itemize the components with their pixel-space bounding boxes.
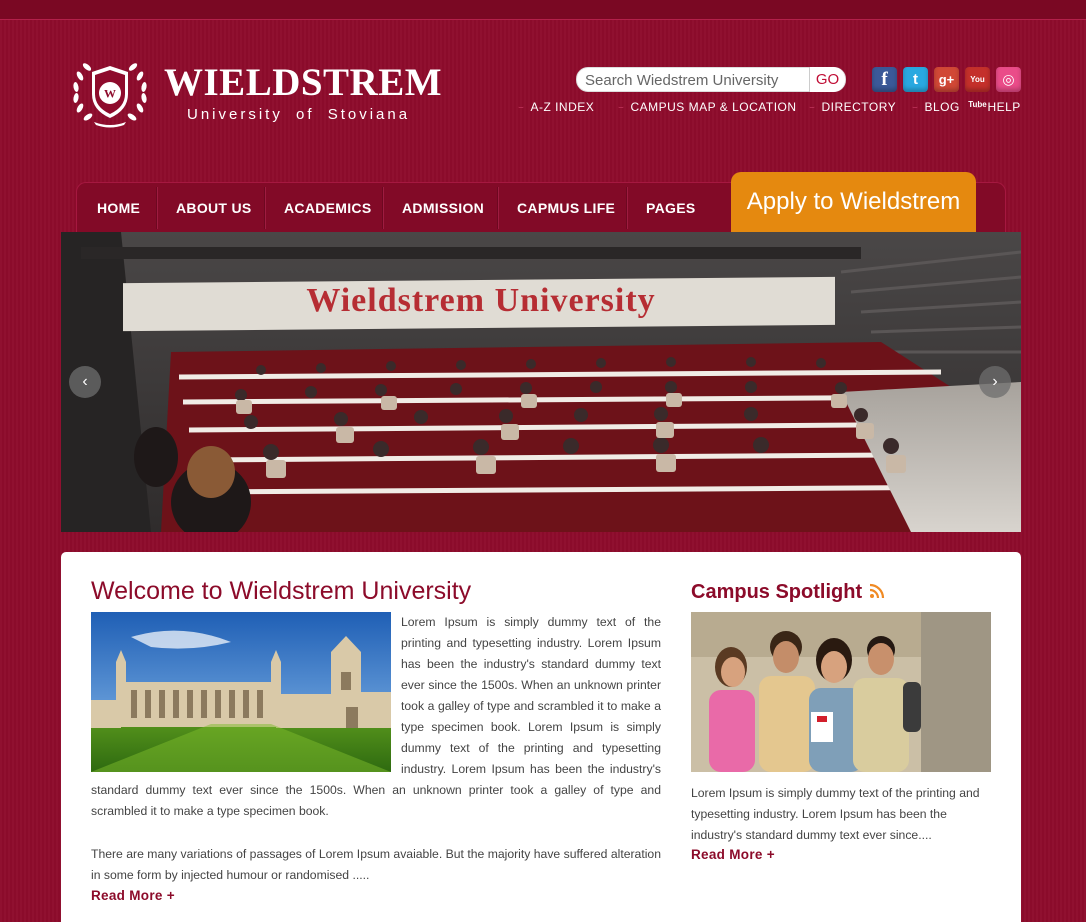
welcome-paragraph-1: Lorem Ipsum is simply dummy text of the … bbox=[91, 615, 661, 818]
nav-divider bbox=[382, 187, 383, 229]
nav-divider bbox=[156, 187, 157, 229]
spotlight-paragraph: Lorem Ipsum is simply dummy text of the … bbox=[691, 786, 980, 842]
nav-divider bbox=[626, 187, 627, 229]
nav-divider bbox=[264, 187, 265, 229]
search-box: GO bbox=[576, 67, 846, 92]
nav-admission[interactable]: ADMISSION bbox=[402, 183, 484, 233]
youtube-icon[interactable]: You Tube bbox=[965, 67, 990, 109]
apply-button[interactable]: Apply to Wieldstrem bbox=[731, 172, 976, 232]
students-group-image bbox=[691, 612, 991, 772]
laurel-badge-icon: W bbox=[73, 63, 147, 128]
nav-pages[interactable]: PAGES bbox=[646, 183, 695, 233]
nav-academics[interactable]: ACADEMICS bbox=[284, 183, 371, 233]
link-help[interactable]: HELP bbox=[975, 100, 1021, 114]
link-campus-map[interactable]: CAMPUS MAP & LOCATION bbox=[618, 100, 797, 114]
link-blog[interactable]: BLOG bbox=[912, 100, 960, 114]
svg-text:W: W bbox=[104, 87, 116, 101]
link-directory[interactable]: DIRECTORY bbox=[809, 100, 896, 114]
link-a-z-index[interactable]: A-Z INDEX bbox=[518, 100, 594, 114]
nav-divider bbox=[497, 187, 498, 229]
top-strip bbox=[0, 0, 1086, 20]
site-title: WIELDSTREM bbox=[164, 61, 443, 104]
nav-about-us[interactable]: ABOUT US bbox=[176, 183, 252, 233]
hero-slider: Wieldstrem University ‹ › bbox=[61, 232, 1021, 532]
search-input[interactable] bbox=[585, 70, 811, 90]
lecture-hall-image bbox=[61, 232, 1021, 532]
spotlight-heading: Campus Spotlight bbox=[691, 581, 863, 603]
dribbble-icon[interactable]: ◎ bbox=[996, 67, 1021, 92]
hero-banner-text: Wieldstrem University bbox=[306, 282, 656, 319]
utility-links: A-Z INDEX CAMPUS MAP & LOCATION DIRECTOR… bbox=[518, 100, 1024, 116]
welcome-paragraph-2: There are many variations of passages of… bbox=[91, 847, 661, 882]
site-subtitle: University of Stoviana bbox=[187, 106, 411, 123]
rss-icon[interactable] bbox=[869, 583, 885, 599]
welcome-read-more-link[interactable]: Read More + bbox=[91, 888, 175, 903]
slider-prev-button[interactable]: ‹ bbox=[69, 366, 101, 398]
content-panel: Welcome to Wieldstrem University Lorem I… bbox=[61, 552, 1021, 922]
slider-next-button[interactable]: › bbox=[979, 366, 1011, 398]
site-logo[interactable]: W WIELDSTREM University of Stoviana bbox=[70, 58, 450, 132]
social-links: f t g+ You Tube ◎ bbox=[872, 67, 1021, 109]
search-go-button[interactable]: GO bbox=[809, 67, 845, 92]
facebook-icon[interactable]: f bbox=[872, 67, 897, 92]
google-plus-icon[interactable]: g+ bbox=[934, 67, 959, 92]
nav-campus-life[interactable]: CAPMUS LIFE bbox=[517, 183, 615, 233]
welcome-heading: Welcome to Wieldstrem University bbox=[91, 577, 472, 605]
nav-home[interactable]: HOME bbox=[97, 183, 140, 233]
twitter-icon[interactable]: t bbox=[903, 67, 928, 92]
spotlight-read-more-link[interactable]: Read More + bbox=[691, 847, 775, 862]
